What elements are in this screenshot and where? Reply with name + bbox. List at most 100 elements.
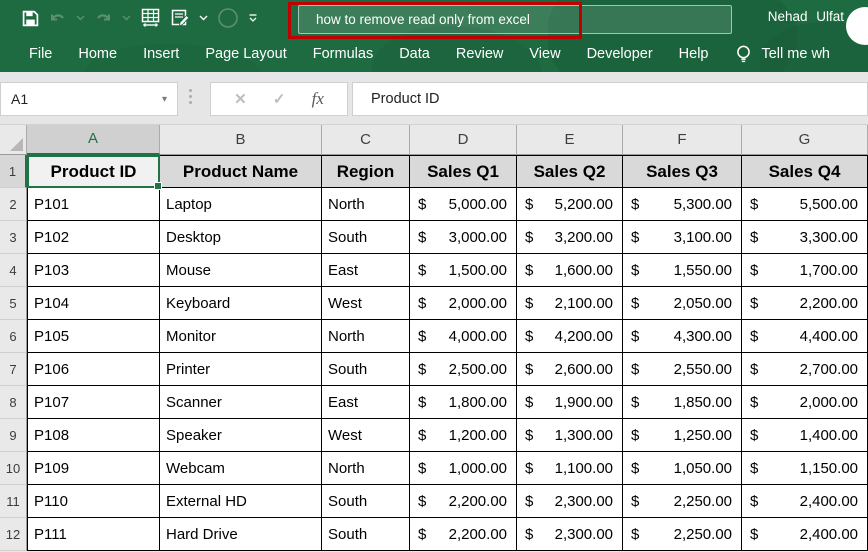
cell-G11[interactable]: $2,400.00 <box>742 485 868 518</box>
cell-F8[interactable]: $1,850.00 <box>623 386 742 419</box>
cell-B3[interactable]: Desktop <box>160 221 322 254</box>
cell-E12[interactable]: $2,300.00 <box>517 518 623 551</box>
row-number-6[interactable]: 6 <box>0 320 27 353</box>
cell-B5[interactable]: Keyboard <box>160 287 322 320</box>
undo-icon[interactable] <box>48 5 67 31</box>
cell-E5[interactable]: $2,100.00 <box>517 287 623 320</box>
cell-A1[interactable]: Product ID <box>27 155 160 188</box>
cell-G9[interactable]: $1,400.00 <box>742 419 868 452</box>
enter-icon[interactable]: ✓ <box>273 90 286 108</box>
row-number-4[interactable]: 4 <box>0 254 27 287</box>
cell-A6[interactable]: P105 <box>27 320 160 353</box>
cell-E8[interactable]: $1,900.00 <box>517 386 623 419</box>
cell-D6[interactable]: $4,000.00 <box>410 320 517 353</box>
cell-F6[interactable]: $4,300.00 <box>623 320 742 353</box>
cell-D1[interactable]: Sales Q1 <box>410 155 517 188</box>
cell-C10[interactable]: North <box>322 452 410 485</box>
tab-insert[interactable]: Insert <box>130 46 192 62</box>
cell-F4[interactable]: $1,550.00 <box>623 254 742 287</box>
cell-B9[interactable]: Speaker <box>160 419 322 452</box>
cell-A5[interactable]: P104 <box>27 287 160 320</box>
column-header-D[interactable]: D <box>410 124 517 155</box>
cell-A2[interactable]: P101 <box>27 188 160 221</box>
column-header-C[interactable]: C <box>322 124 410 155</box>
tab-data[interactable]: Data <box>386 46 443 62</box>
cell-E7[interactable]: $2,600.00 <box>517 353 623 386</box>
cell-D8[interactable]: $1,800.00 <box>410 386 517 419</box>
cancel-icon[interactable]: ✕ <box>234 90 247 108</box>
tab-file[interactable]: File <box>16 46 65 62</box>
cell-E11[interactable]: $2,300.00 <box>517 485 623 518</box>
insert-function-icon[interactable]: fx <box>312 89 324 109</box>
redo-dropdown-icon[interactable] <box>122 5 131 31</box>
cell-G8[interactable]: $2,000.00 <box>742 386 868 419</box>
cell-A9[interactable]: P108 <box>27 419 160 452</box>
cell-C11[interactable]: South <box>322 485 410 518</box>
row-number-2[interactable]: 2 <box>0 188 27 221</box>
cell-B12[interactable]: Hard Drive <box>160 518 322 551</box>
cell-D2[interactable]: $5,000.00 <box>410 188 517 221</box>
form-edit-icon[interactable] <box>170 5 190 31</box>
cell-F2[interactable]: $5,300.00 <box>623 188 742 221</box>
row-number-7[interactable]: 7 <box>0 353 27 386</box>
cell-B7[interactable]: Printer <box>160 353 322 386</box>
cell-G6[interactable]: $4,400.00 <box>742 320 868 353</box>
cell-D11[interactable]: $2,200.00 <box>410 485 517 518</box>
cell-B6[interactable]: Monitor <box>160 320 322 353</box>
cell-C3[interactable]: South <box>322 221 410 254</box>
cell-B4[interactable]: Mouse <box>160 254 322 287</box>
cell-D10[interactable]: $1,000.00 <box>410 452 517 485</box>
name-box[interactable]: A1 ▾ <box>0 82 178 116</box>
form-edit-dropdown-icon[interactable] <box>199 5 208 31</box>
column-header-B[interactable]: B <box>160 124 322 155</box>
cell-B2[interactable]: Laptop <box>160 188 322 221</box>
cell-B10[interactable]: Webcam <box>160 452 322 485</box>
row-number-11[interactable]: 11 <box>0 485 27 518</box>
cell-D4[interactable]: $1,500.00 <box>410 254 517 287</box>
cell-G5[interactable]: $2,200.00 <box>742 287 868 320</box>
cell-G7[interactable]: $2,700.00 <box>742 353 868 386</box>
customize-qat-icon[interactable] <box>248 5 258 31</box>
column-header-E[interactable]: E <box>517 124 623 155</box>
cell-G1[interactable]: Sales Q4 <box>742 155 868 188</box>
cell-C4[interactable]: East <box>322 254 410 287</box>
shape-circle-icon[interactable] <box>217 5 239 31</box>
cell-A11[interactable]: P110 <box>27 485 160 518</box>
formula-bar-resize-handle[interactable] <box>189 89 192 104</box>
cell-A8[interactable]: P107 <box>27 386 160 419</box>
tell-me-label[interactable]: Tell me wh <box>761 46 830 62</box>
cell-A4[interactable]: P103 <box>27 254 160 287</box>
tab-review[interactable]: Review <box>443 46 517 62</box>
select-all-button[interactable] <box>0 124 27 155</box>
cell-E9[interactable]: $1,300.00 <box>517 419 623 452</box>
cell-F10[interactable]: $1,050.00 <box>623 452 742 485</box>
name-box-dropdown-icon[interactable]: ▾ <box>162 94 167 105</box>
cell-F12[interactable]: $2,250.00 <box>623 518 742 551</box>
cell-C8[interactable]: East <box>322 386 410 419</box>
cell-D9[interactable]: $1,200.00 <box>410 419 517 452</box>
undo-dropdown-icon[interactable] <box>76 5 85 31</box>
cell-D3[interactable]: $3,000.00 <box>410 221 517 254</box>
cell-F3[interactable]: $3,100.00 <box>623 221 742 254</box>
save-icon[interactable] <box>22 5 39 31</box>
row-number-9[interactable]: 9 <box>0 419 27 452</box>
cell-B8[interactable]: Scanner <box>160 386 322 419</box>
cell-D12[interactable]: $2,200.00 <box>410 518 517 551</box>
user-name[interactable]: Nehad Ulfat <box>768 9 844 24</box>
cell-G2[interactable]: $5,500.00 <box>742 188 868 221</box>
tab-page-layout[interactable]: Page Layout <box>192 46 299 62</box>
cell-E6[interactable]: $4,200.00 <box>517 320 623 353</box>
cell-F5[interactable]: $2,050.00 <box>623 287 742 320</box>
row-number-10[interactable]: 10 <box>0 452 27 485</box>
cell-E1[interactable]: Sales Q2 <box>517 155 623 188</box>
cell-C12[interactable]: South <box>322 518 410 551</box>
cell-C5[interactable]: West <box>322 287 410 320</box>
tab-home[interactable]: Home <box>65 46 130 62</box>
tab-developer[interactable]: Developer <box>574 46 666 62</box>
cell-D5[interactable]: $2,000.00 <box>410 287 517 320</box>
cell-F9[interactable]: $1,250.00 <box>623 419 742 452</box>
cell-A3[interactable]: P102 <box>27 221 160 254</box>
cell-G10[interactable]: $1,150.00 <box>742 452 868 485</box>
column-header-F[interactable]: F <box>623 124 742 155</box>
cell-C9[interactable]: West <box>322 419 410 452</box>
